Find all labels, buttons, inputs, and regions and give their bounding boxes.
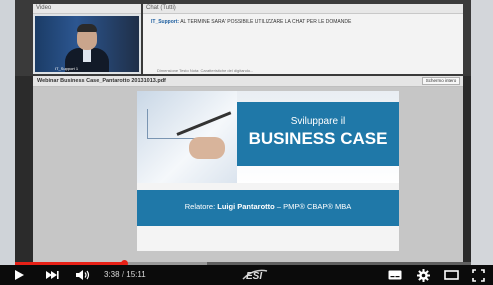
chat-message: IT_Support: AL TERMINE SARA' POSSIBILE U… [151,19,351,25]
webinar-screen: Video IT_Support 1 Chat (Tutti) IT_Suppo… [15,0,471,262]
fullscreen-button[interactable] [468,265,488,285]
next-icon [46,271,59,279]
fullscreen-icon [471,268,485,282]
left-letterbox [0,0,15,285]
document-title-bar: Webinar Business Case_Pantarotto 2013101… [33,76,463,87]
business-photo [137,91,237,183]
volume-button[interactable] [72,265,94,285]
theater-mode-button[interactable] [441,265,461,285]
document-viewer: Sviluppare il BUSINESS CASE Relatore: Lu… [33,87,463,262]
next-button[interactable] [42,265,62,285]
presenter-shirt [83,48,91,62]
duration: 15:11 [126,270,146,279]
esi-logo-text: ESI [246,271,263,282]
right-letterbox [471,0,493,285]
video-panel-header: Video [33,4,141,14]
chat-panel-header: Chat (Tutti) [143,4,463,14]
document-title: Webinar Business Case_Pantarotto 2013101… [37,78,166,84]
presentation-slide: Sviluppare il BUSINESS CASE Relatore: Lu… [137,91,399,251]
presenter-video: IT_Support 1 [35,16,139,72]
time-display: 3:38 / 15:11 [104,270,146,279]
subtitles-icon [388,270,402,280]
slide-heading-line2: BUSINESS CASE [248,129,388,148]
chat-footer: Dimensione Testo Nota: Caratteristiche d… [157,68,254,73]
speaker-credentials: – PMP® CBAP® MBA [276,202,352,211]
presenter-hair [77,24,97,32]
slide-photo-area: Sviluppare il BUSINESS CASE [137,91,399,183]
subtitles-button[interactable] [386,265,404,285]
current-time: 3:38 [104,270,120,279]
video-panel: Video IT_Support 1 [33,4,141,74]
settings-button[interactable] [414,265,432,285]
chat-text: AL TERMINE SARA' POSSIBILE UTILIZZARE LA… [180,19,352,25]
player-controls: 3:38 / 15:11 ESI [0,265,493,285]
speaker-name: Luigi Pantarotto [217,202,275,211]
slide-heading-line1: Sviluppare il [290,116,346,127]
esi-logo: ESI [240,266,270,284]
volume-icon [76,270,90,280]
time-separator: / [121,270,125,279]
speaker-prefix: Relatore: [184,202,216,211]
video-user-label: IT_Support 1 [55,66,79,71]
play-button[interactable] [10,265,28,285]
photo-hand [189,137,225,159]
slide-footer-area [137,226,399,251]
slide-speaker: Relatore: Luigi Pantarotto – PMP® CBAP® … [137,202,399,211]
settings-gear-icon [416,268,430,282]
slide-title-box: Sviluppare il BUSINESS CASE [237,102,399,166]
chat-panel: Chat (Tutti) IT_Support: AL TERMINE SARA… [143,4,463,74]
play-icon [15,270,24,280]
slide-speaker-band: Relatore: Luigi Pantarotto – PMP® CBAP® … [137,190,399,226]
fullscreen-document-button[interactable]: Schermo intero [422,77,460,85]
theater-mode-icon [443,270,459,280]
chat-sender: IT_Support: [151,19,180,25]
